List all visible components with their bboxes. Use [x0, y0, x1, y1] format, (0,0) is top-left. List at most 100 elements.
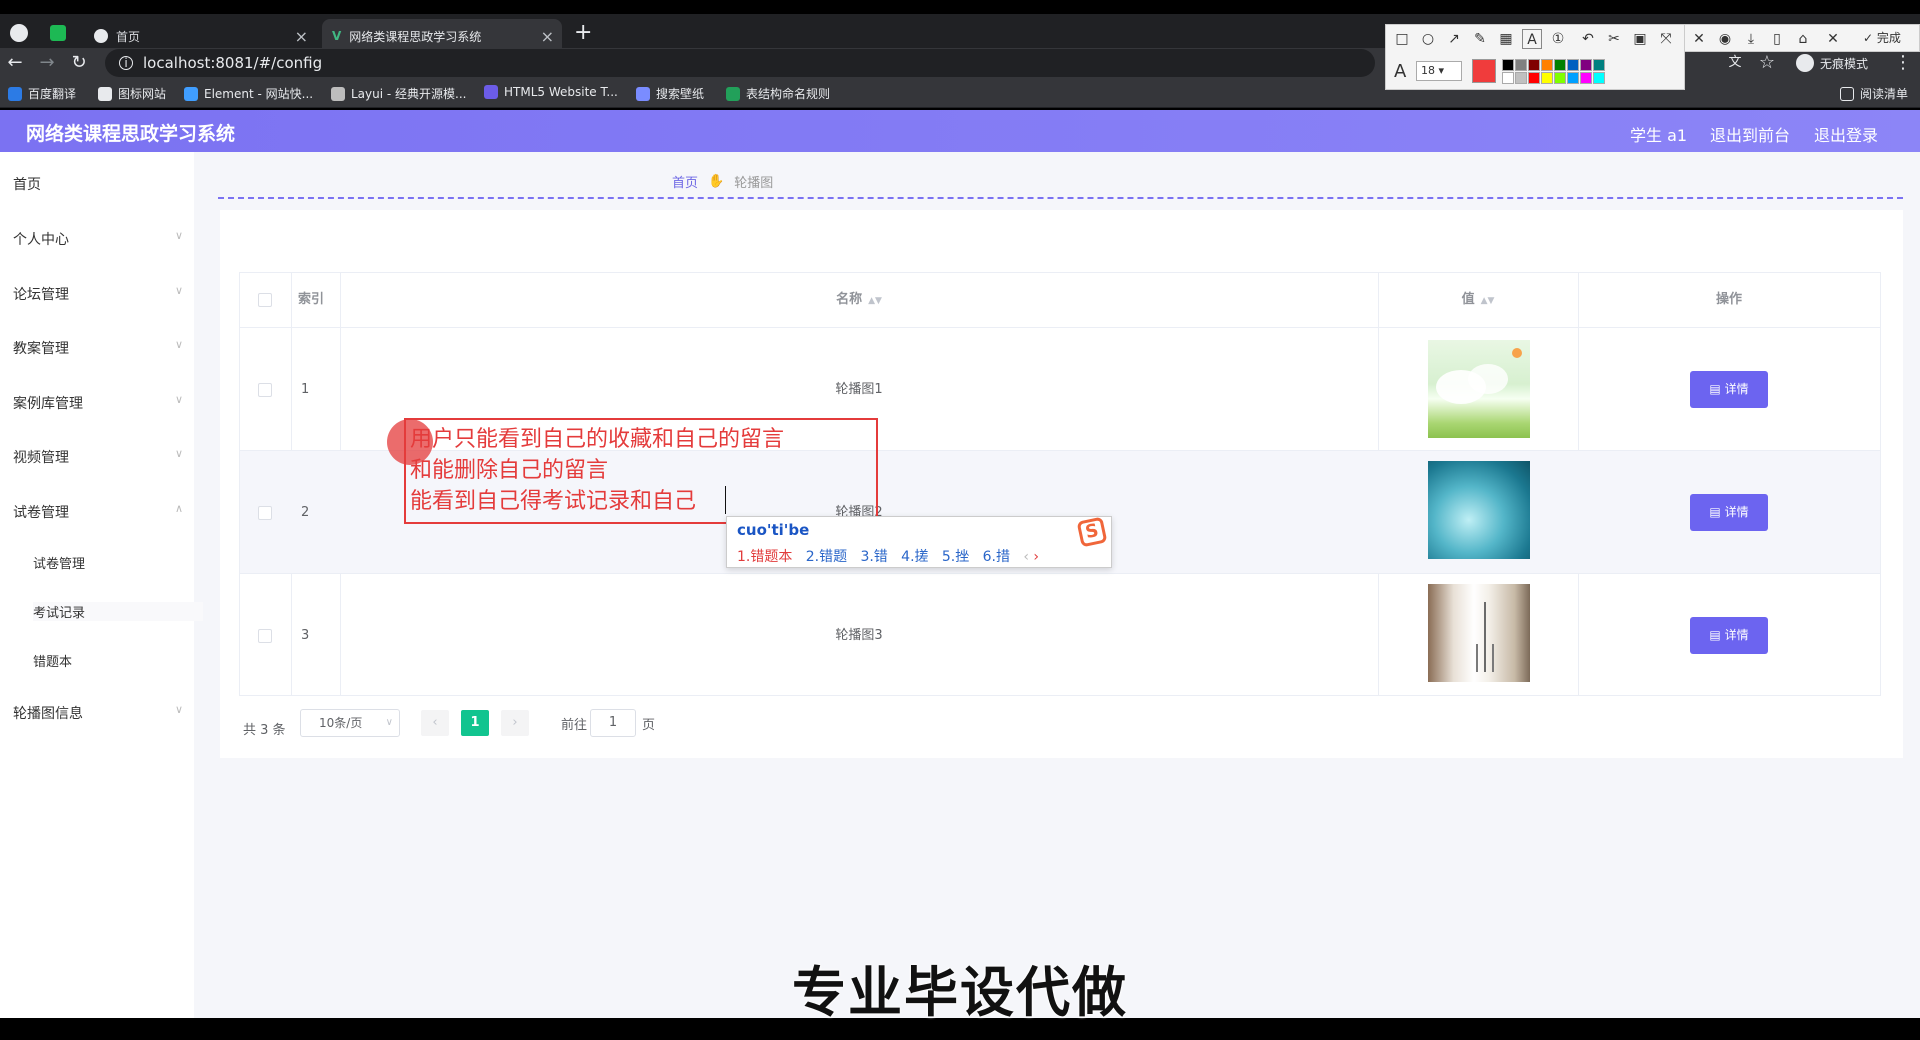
header-index: 索引	[298, 292, 325, 307]
chevron-down-icon: ∨	[174, 447, 183, 460]
sidebar-item-forum[interactable]: 论坛管理 ∨	[13, 284, 183, 304]
bookmark-item[interactable]: 表结构命名规则	[726, 85, 830, 102]
color-swatch[interactable]	[1580, 59, 1592, 71]
goto-page-input[interactable]: 1	[590, 709, 636, 737]
text-icon[interactable]: A	[1522, 29, 1542, 49]
ime-candidate[interactable]: 1.错题本	[737, 549, 792, 565]
sidebar-item-home[interactable]: 首页	[13, 174, 183, 194]
reading-list[interactable]: 阅读清单	[1840, 85, 1908, 102]
header-action: 操作	[1715, 292, 1742, 307]
phone-icon[interactable]: ▯	[1767, 29, 1787, 49]
record-icon[interactable]: ◉	[1715, 29, 1735, 49]
detail-button[interactable]: ▤ 详情	[1690, 494, 1768, 531]
sidebar-item-exam[interactable]: 试卷管理 ∧	[13, 502, 183, 522]
color-swatch[interactable]	[1528, 59, 1540, 71]
back-icon[interactable]: ←	[2, 50, 28, 76]
color-swatch[interactable]	[1541, 59, 1553, 71]
prev-page-button[interactable]: ‹	[421, 710, 449, 736]
font-size-select[interactable]: 18 ▾	[1416, 61, 1462, 81]
ime-prev-icon[interactable]: ‹	[1023, 549, 1029, 565]
to-front-link[interactable]: 退出到前台	[1710, 122, 1790, 146]
ocr-icon[interactable]: ▣	[1630, 29, 1650, 49]
color-swatch[interactable]	[1593, 72, 1605, 84]
color-swatch[interactable]	[1502, 59, 1514, 71]
undo-icon[interactable]: ↶	[1578, 29, 1598, 49]
color-swatch[interactable]	[1515, 72, 1527, 84]
page-size-select[interactable]: 10条/页 ∨	[300, 709, 400, 737]
translate-icon[interactable]: 文	[1722, 50, 1748, 76]
ellipse-icon[interactable]: ○	[1418, 29, 1438, 49]
reload-icon[interactable]: ↻	[66, 50, 92, 76]
color-swatch[interactable]	[1567, 72, 1579, 84]
scroll-icon[interactable]: ⤧	[1656, 29, 1676, 49]
bookmark-icon[interactable]: ⌂	[1793, 29, 1813, 49]
browser-menu-icon[interactable]	[10, 24, 28, 42]
detail-button[interactable]: ▤ 详情	[1690, 617, 1768, 654]
bookmark-item[interactable]: 百度翻译	[8, 85, 76, 102]
color-swatch[interactable]	[1541, 72, 1553, 84]
sidebar-item-carousel[interactable]: 轮播图信息 ∨	[13, 703, 183, 723]
sidebar-subitem-wrongbook[interactable]: 错题本	[33, 651, 203, 670]
row-index: 3	[301, 628, 310, 643]
star-icon[interactable]: ☆	[1754, 50, 1780, 76]
breadcrumb-home[interactable]: 首页	[672, 172, 698, 191]
page-number-button[interactable]: 1	[461, 710, 489, 736]
bookmark-item[interactable]: HTML5 Website T...	[484, 85, 618, 99]
ime-candidate[interactable]: 3.错	[860, 549, 887, 565]
close-icon[interactable]: ✕	[1823, 29, 1843, 49]
logout-link[interactable]: 退出登录	[1814, 122, 1878, 146]
ime-candidate[interactable]: 2.错题	[806, 549, 847, 565]
row-checkbox[interactable]	[258, 506, 272, 520]
forward-icon[interactable]: →	[34, 50, 60, 76]
sort-icon[interactable]: ▲▼	[868, 296, 882, 306]
close-icon[interactable]: ×	[541, 27, 554, 46]
bookmark-item[interactable]: Element - 网站快...	[184, 85, 313, 102]
detail-button[interactable]: ▤ 详情	[1690, 371, 1768, 408]
ime-candidate[interactable]: 6.措	[983, 549, 1010, 565]
color-swatch[interactable]	[1515, 59, 1527, 71]
incognito-badge[interactable]: 无痕模式	[1796, 54, 1868, 72]
ime-candidate[interactable]: 4.搓	[901, 549, 928, 565]
color-swatch[interactable]	[1502, 72, 1514, 84]
bookmark-item[interactable]: 图标网站	[98, 85, 166, 102]
color-swatch[interactable]	[1567, 59, 1579, 71]
magic-icon[interactable]: ✕	[1689, 29, 1709, 49]
color-swatch[interactable]	[1580, 72, 1592, 84]
sort-icon[interactable]: ▲▼	[1481, 296, 1495, 306]
pen-icon[interactable]: ✎	[1470, 29, 1490, 49]
color-swatch[interactable]	[1554, 72, 1566, 84]
color-swatch[interactable]	[1593, 59, 1605, 71]
arrow-icon[interactable]: ↗	[1444, 29, 1464, 49]
number-icon[interactable]: ①	[1548, 29, 1568, 49]
row-checkbox[interactable]	[258, 629, 272, 643]
current-color-swatch[interactable]	[1472, 59, 1496, 83]
header-name[interactable]: 名称 ▲▼	[340, 273, 1378, 327]
bookmark-item[interactable]: 搜索壁纸	[636, 85, 704, 102]
sidebar-item-personal[interactable]: 个人中心 ∨	[13, 229, 183, 249]
sidebar-subitem-exam-manage[interactable]: 试卷管理	[33, 553, 203, 572]
ime-next-icon[interactable]: ›	[1033, 549, 1039, 565]
select-all-checkbox[interactable]	[258, 293, 272, 307]
color-palette[interactable]	[1502, 59, 1622, 85]
kebab-menu-icon[interactable]: ⋮	[1890, 50, 1916, 76]
download-icon[interactable]: ⤓	[1741, 29, 1761, 49]
bookmark-item[interactable]: Layui - 经典开源模...	[331, 85, 466, 102]
rectangle-icon[interactable]: □	[1392, 29, 1412, 49]
row-checkbox[interactable]	[258, 383, 272, 397]
done-button[interactable]: ✓ 完成	[1863, 29, 1901, 46]
close-icon[interactable]: ×	[295, 27, 308, 46]
color-swatch[interactable]	[1554, 59, 1566, 71]
ime-candidate[interactable]: 5.挫	[942, 549, 969, 565]
sidebar-item-video[interactable]: 视频管理 ∨	[13, 447, 183, 467]
sidebar-item-cases[interactable]: 案例库管理 ∨	[13, 393, 183, 413]
sidebar-item-lesson[interactable]: 教案管理 ∨	[13, 338, 183, 358]
pin-icon[interactable]: ✂	[1604, 29, 1624, 49]
address-bar[interactable]: i localhost:8081/#/config	[105, 49, 1375, 77]
new-tab-button[interactable]: +	[574, 20, 592, 45]
header-value[interactable]: 值 ▲▼	[1378, 273, 1578, 327]
next-page-button[interactable]: ›	[501, 710, 529, 736]
mosaic-icon[interactable]: ▦	[1496, 29, 1516, 49]
extension-icon[interactable]	[50, 25, 66, 41]
color-swatch[interactable]	[1528, 72, 1540, 84]
sidebar-subitem-exam-records[interactable]: 考试记录	[33, 602, 203, 621]
